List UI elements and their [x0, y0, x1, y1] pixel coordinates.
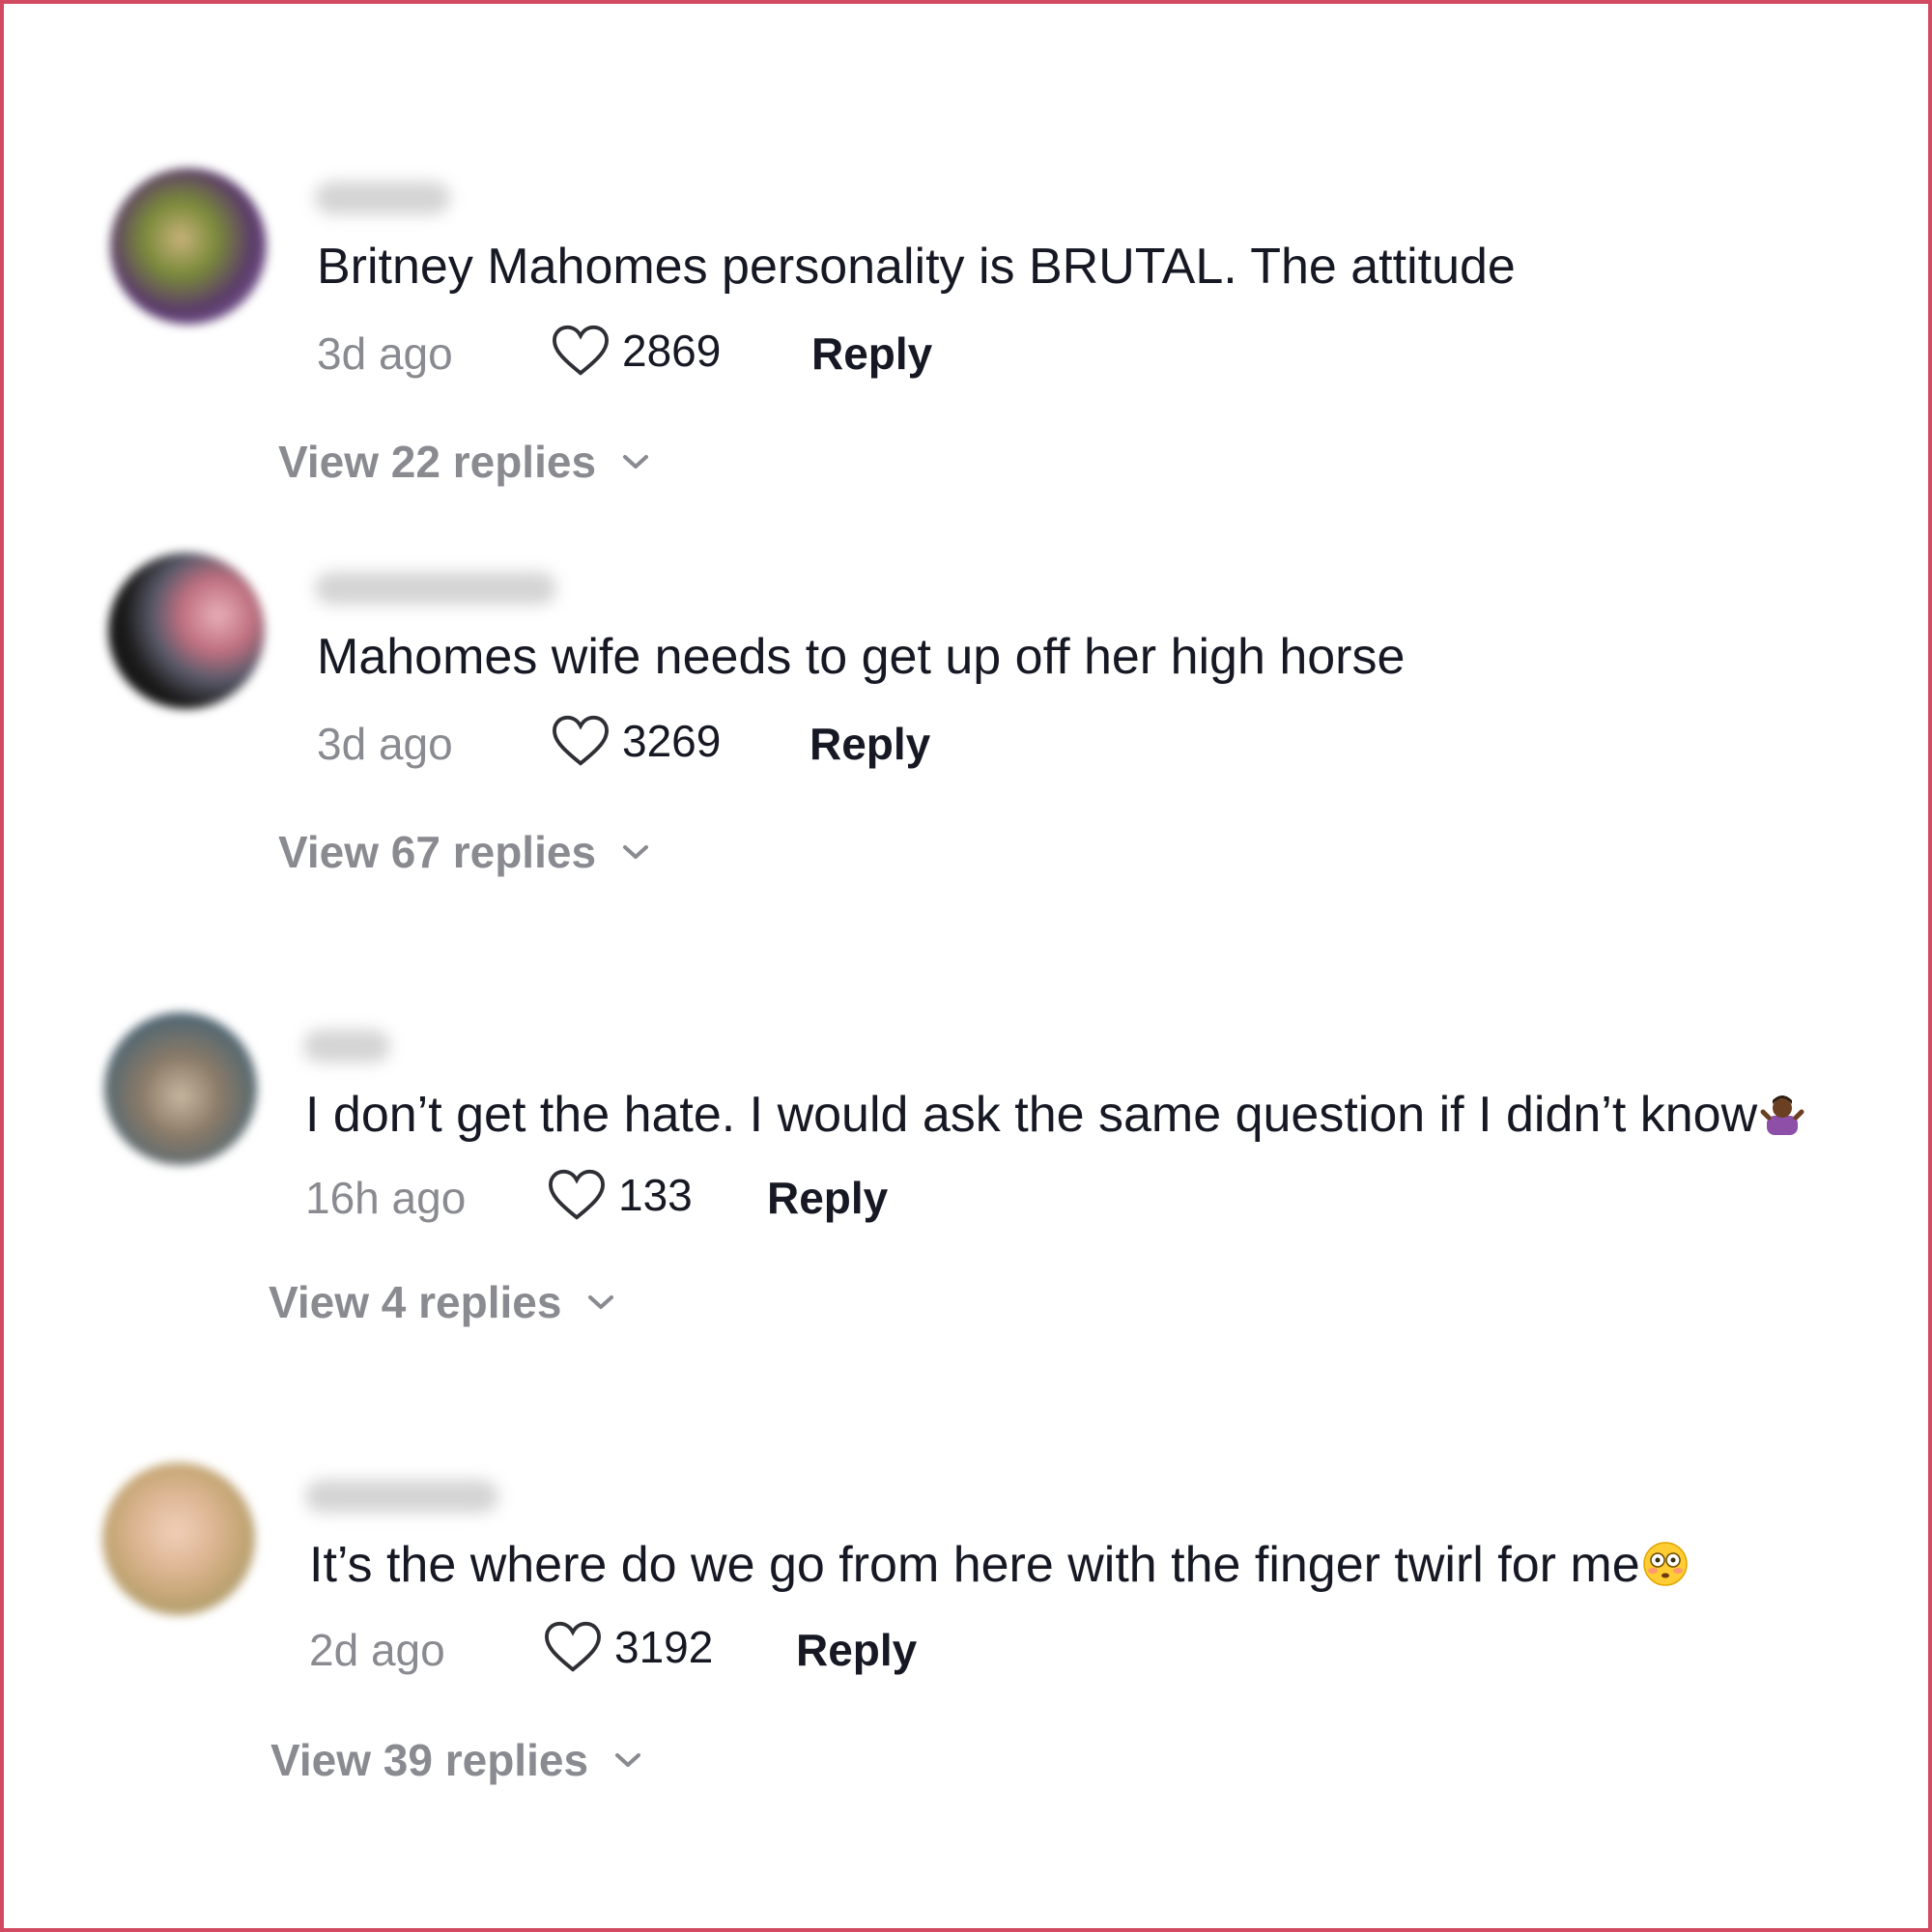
comment-text: It’s the where do we go from here with t…	[309, 1536, 1689, 1594]
chevron-down-icon	[588, 1295, 614, 1309]
comments-panel: Britney Mahomes personality is BRUTAL. T…	[0, 0, 1932, 1932]
heart-icon	[552, 325, 610, 376]
view-replies-label: View 67 replies	[278, 827, 597, 877]
reply-button[interactable]: Reply	[767, 1171, 888, 1225]
shrugging-person-emoji	[1760, 1095, 1804, 1135]
avatar[interactable]	[108, 553, 265, 709]
flushed-face-emoji	[1642, 1542, 1688, 1586]
like-button[interactable]: 2869	[551, 323, 721, 379]
chevron-down-icon	[623, 845, 649, 859]
username[interactable]	[315, 182, 450, 214]
like-count: 3192	[614, 1622, 714, 1672]
timestamp: 3d ago	[317, 719, 453, 769]
like-button[interactable]: 3192	[543, 1619, 713, 1675]
view-replies-button[interactable]: View 67 replies	[278, 825, 650, 879]
reply-button[interactable]: Reply	[810, 717, 930, 771]
comment-text: I don’t get the hate. I would ask the sa…	[305, 1086, 1805, 1144]
view-replies-button[interactable]: View 22 replies	[278, 435, 650, 489]
like-button[interactable]: 3269	[551, 713, 721, 769]
timestamp: 16h ago	[305, 1173, 467, 1223]
comment-text-body: It’s the where do we go from here with t…	[309, 1537, 1640, 1593]
reply-button[interactable]: Reply	[811, 327, 932, 381]
heart-icon	[552, 715, 610, 766]
username[interactable]	[305, 1480, 498, 1513]
avatar[interactable]	[110, 168, 267, 325]
heart-icon	[544, 1621, 602, 1672]
reply-button[interactable]: Reply	[796, 1623, 917, 1677]
username[interactable]	[315, 572, 556, 605]
chevron-down-icon	[615, 1753, 641, 1767]
username[interactable]	[303, 1030, 390, 1063]
like-button[interactable]: 133	[547, 1167, 693, 1223]
comment-text-body: I don’t get the hate. I would ask the sa…	[305, 1087, 1758, 1143]
view-replies-label: View 22 replies	[278, 437, 597, 487]
like-count: 3269	[622, 716, 722, 766]
timestamp: 3d ago	[317, 328, 453, 379]
like-count: 2869	[622, 326, 722, 376]
like-count: 133	[618, 1170, 693, 1220]
view-replies-button[interactable]: View 39 replies	[270, 1733, 642, 1787]
avatar[interactable]	[104, 1012, 257, 1165]
chevron-down-icon	[623, 455, 649, 469]
view-replies-button[interactable]: View 4 replies	[269, 1275, 615, 1329]
comment-text: Britney Mahomes personality is BRUTAL. T…	[317, 239, 1516, 295]
comment-text: Mahomes wife needs to get up off her hig…	[317, 629, 1406, 685]
view-replies-label: View 39 replies	[270, 1735, 589, 1785]
view-replies-label: View 4 replies	[269, 1277, 562, 1327]
heart-icon	[548, 1169, 606, 1220]
avatar[interactable]	[102, 1463, 255, 1615]
timestamp: 2d ago	[309, 1625, 445, 1675]
